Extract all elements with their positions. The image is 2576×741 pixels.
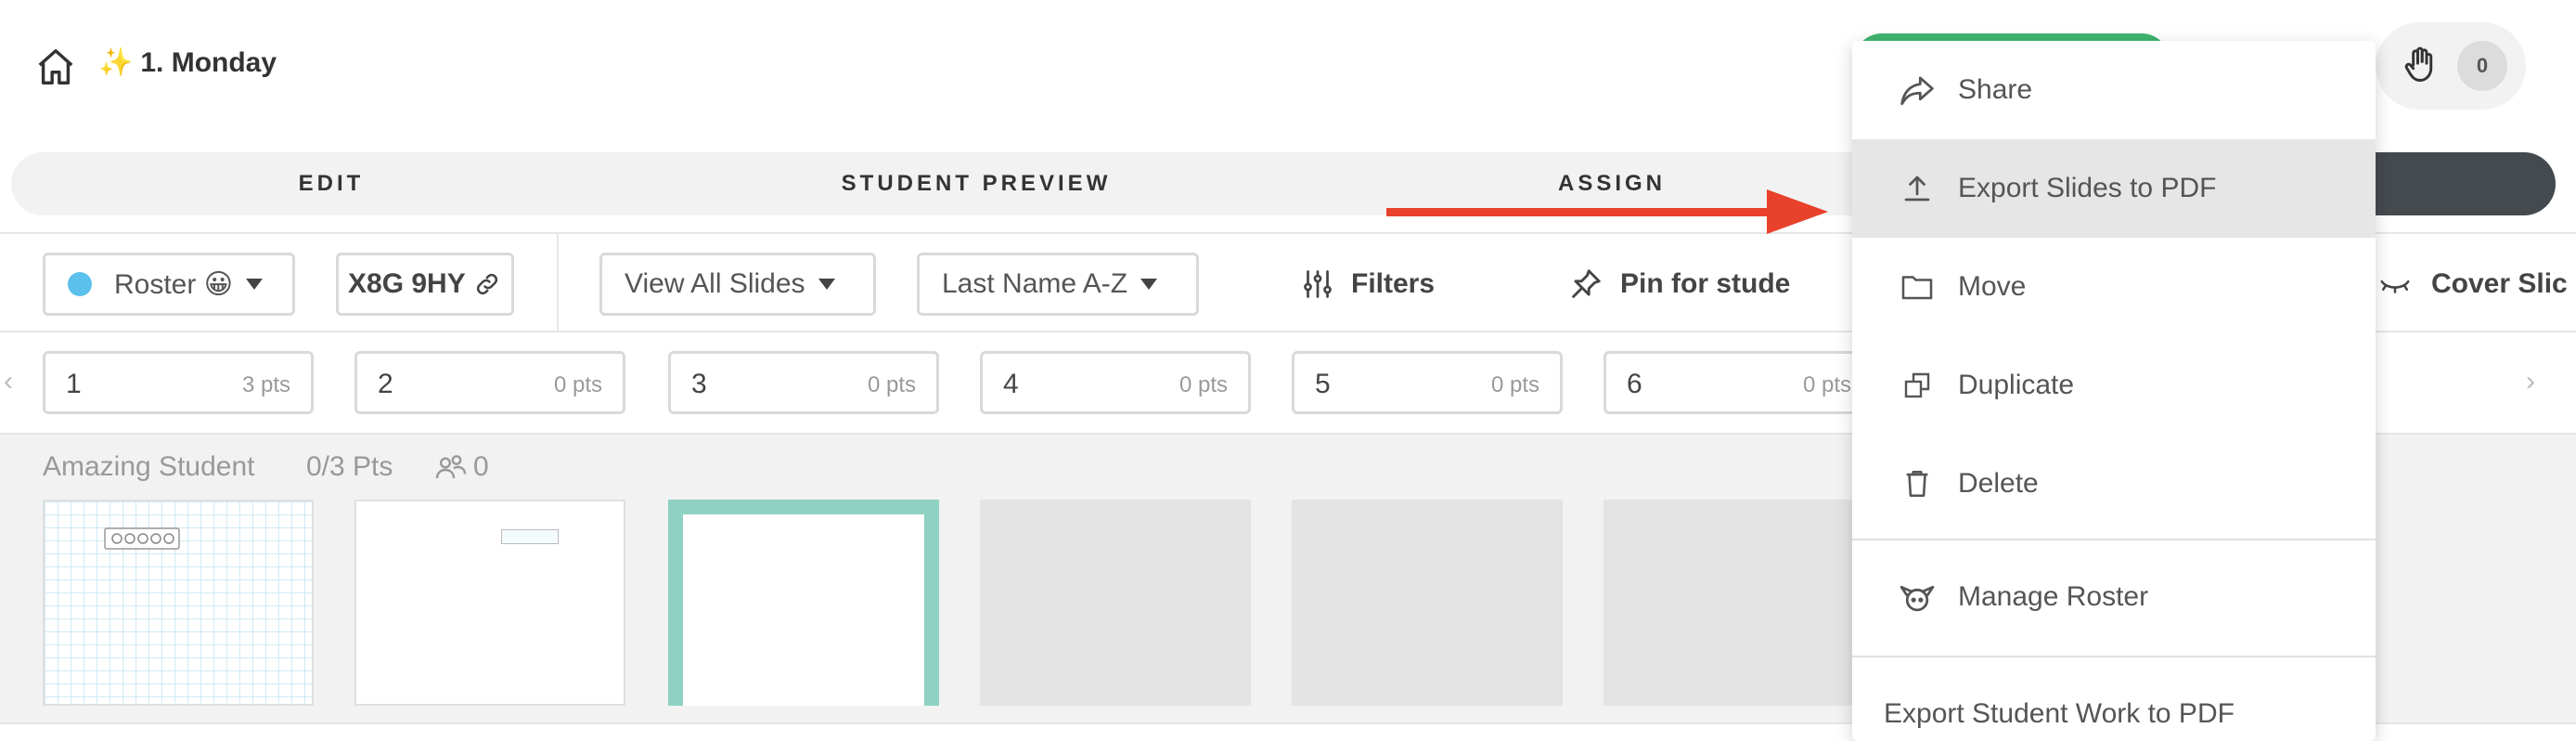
menu-item-label: Share: [1958, 74, 2033, 105]
slide-tile[interactable]: 3 0 pts: [668, 351, 939, 414]
home-icon: [38, 49, 73, 84]
slide-tile[interactable]: 5 0 pts: [1292, 351, 1563, 414]
slide-points: 3 pts: [241, 372, 290, 397]
menu-item-label: Export Student Work to PDF: [1884, 698, 2235, 729]
roster-label: Roster 😀: [114, 268, 233, 300]
menu-item-delete[interactable]: Delete: [1852, 435, 2376, 533]
trash-icon: [1906, 470, 1928, 498]
pin-label: Pin for stude: [1620, 268, 1791, 299]
chevron-left-icon[interactable]: ‹: [4, 366, 13, 397]
link-icon: [476, 273, 497, 295]
options-menu: Share Export Slides to PDF Move Duplicat…: [1852, 41, 2376, 741]
slide-number: 2: [378, 369, 393, 399]
slide-points: 0 pts: [1490, 372, 1539, 397]
slide-points: 0 pts: [553, 372, 602, 397]
home-button[interactable]: [30, 41, 82, 93]
roster-color-dot: [68, 272, 92, 296]
slide-content-preview: [501, 529, 559, 544]
slide-points: 0 pts: [1802, 372, 1851, 397]
slide-tile[interactable]: 2 0 pts: [354, 351, 625, 414]
roster-dropdown[interactable]: Roster 😀: [43, 253, 295, 316]
class-code: X8G 9HY: [348, 268, 466, 299]
slide-points: 0 pts: [1179, 372, 1228, 397]
sort-dropdown[interactable]: Last Name A-Z: [917, 253, 1199, 316]
upload-icon: [1904, 176, 1930, 202]
filters-label: Filters: [1351, 268, 1436, 299]
menu-item-label: Export Slides to PDF: [1958, 173, 2217, 203]
slide-tile[interactable]: 6 0 pts: [1604, 351, 1874, 414]
menu-item-label: Manage Roster: [1958, 581, 2149, 612]
lesson-title-text: 1. Monday: [140, 47, 277, 78]
view-slides-dropdown[interactable]: View All Slides: [599, 253, 876, 316]
slide-number: 6: [1627, 369, 1642, 399]
slide-number: 4: [1003, 369, 1019, 399]
chevron-down-icon: [818, 279, 835, 290]
student-name: Amazing Student: [43, 451, 255, 482]
chevron-down-icon: [1140, 279, 1158, 290]
slide-number: 5: [1315, 369, 1331, 399]
cover-slides-button[interactable]: Cover Slic: [2376, 253, 2568, 316]
slide-points: 0 pts: [867, 372, 916, 397]
menu-divider: [1852, 539, 2376, 540]
cover-slides-label: Cover Slic: [2431, 268, 2568, 299]
slide-content-preview: [683, 514, 924, 706]
menu-item-export-student-work[interactable]: Export Student Work to PDF: [1852, 665, 2376, 741]
annotation-arrow-icon: [1386, 189, 1828, 234]
slide-tile[interactable]: 1 3 pts: [43, 351, 314, 414]
student-points: 0/3 Pts: [306, 451, 393, 482]
slide-thumbnail-empty[interactable]: [980, 500, 1251, 706]
menu-item-move[interactable]: Move: [1852, 238, 2376, 336]
slide-thumbnail-empty[interactable]: [1604, 500, 1863, 706]
group-count: 0: [473, 451, 489, 482]
menu-divider: [1852, 656, 2376, 657]
menu-item-manage-roster[interactable]: Manage Roster: [1852, 548, 2376, 646]
tab-student-preview[interactable]: STUDENT PREVIEW: [651, 152, 1301, 215]
menu-item-label: Move: [1958, 271, 2027, 302]
slide-number: 1: [66, 369, 82, 399]
sliders-icon: [1304, 270, 1332, 298]
menu-item-share[interactable]: Share: [1852, 41, 2376, 139]
menu-item-label: Duplicate: [1958, 370, 2075, 400]
slide-thumbnail-empty[interactable]: [1292, 500, 1563, 706]
slide-number: 3: [691, 369, 707, 399]
roster-icon: [1900, 585, 1935, 612]
menu-item-duplicate[interactable]: Duplicate: [1852, 336, 2376, 435]
sparkle-icon: ✨: [98, 47, 134, 78]
menu-item-label: Delete: [1958, 468, 2039, 499]
slide-thumbnail[interactable]: [43, 500, 314, 706]
tab-edit[interactable]: EDIT: [11, 152, 651, 215]
pin-button[interactable]: Pin for stude: [1568, 253, 1790, 316]
group-indicator: 0: [434, 451, 489, 483]
filters-button[interactable]: Filters: [1301, 253, 1435, 316]
closed-eye-icon: [2380, 280, 2410, 293]
chevron-down-icon: [245, 279, 263, 290]
hand-count-badge: 0: [2457, 41, 2507, 91]
hand-icon[interactable]: [2392, 37, 2448, 93]
menu-item-export-slides[interactable]: Export Slides to PDF: [1852, 139, 2376, 238]
slide-content-preview: [104, 527, 180, 550]
class-code-button[interactable]: X8G 9HY: [336, 253, 514, 316]
pin-icon: [1571, 269, 1601, 299]
slide-thumbnail[interactable]: [354, 500, 625, 706]
share-arrow-icon: [1900, 76, 1934, 106]
toolbar-divider: [557, 234, 559, 331]
folder-icon: [1901, 276, 1933, 300]
lesson-title: ✨ 1. Monday: [98, 46, 277, 79]
slide-tile[interactable]: 4 0 pts: [980, 351, 1251, 414]
duplicate-icon: [1904, 372, 1930, 398]
people-icon: [435, 455, 467, 479]
view-slides-label: View All Slides: [625, 268, 805, 299]
chevron-right-icon[interactable]: ›: [2526, 366, 2535, 397]
sort-label: Last Name A-Z: [942, 268, 1128, 299]
slide-thumbnail[interactable]: [668, 500, 939, 706]
